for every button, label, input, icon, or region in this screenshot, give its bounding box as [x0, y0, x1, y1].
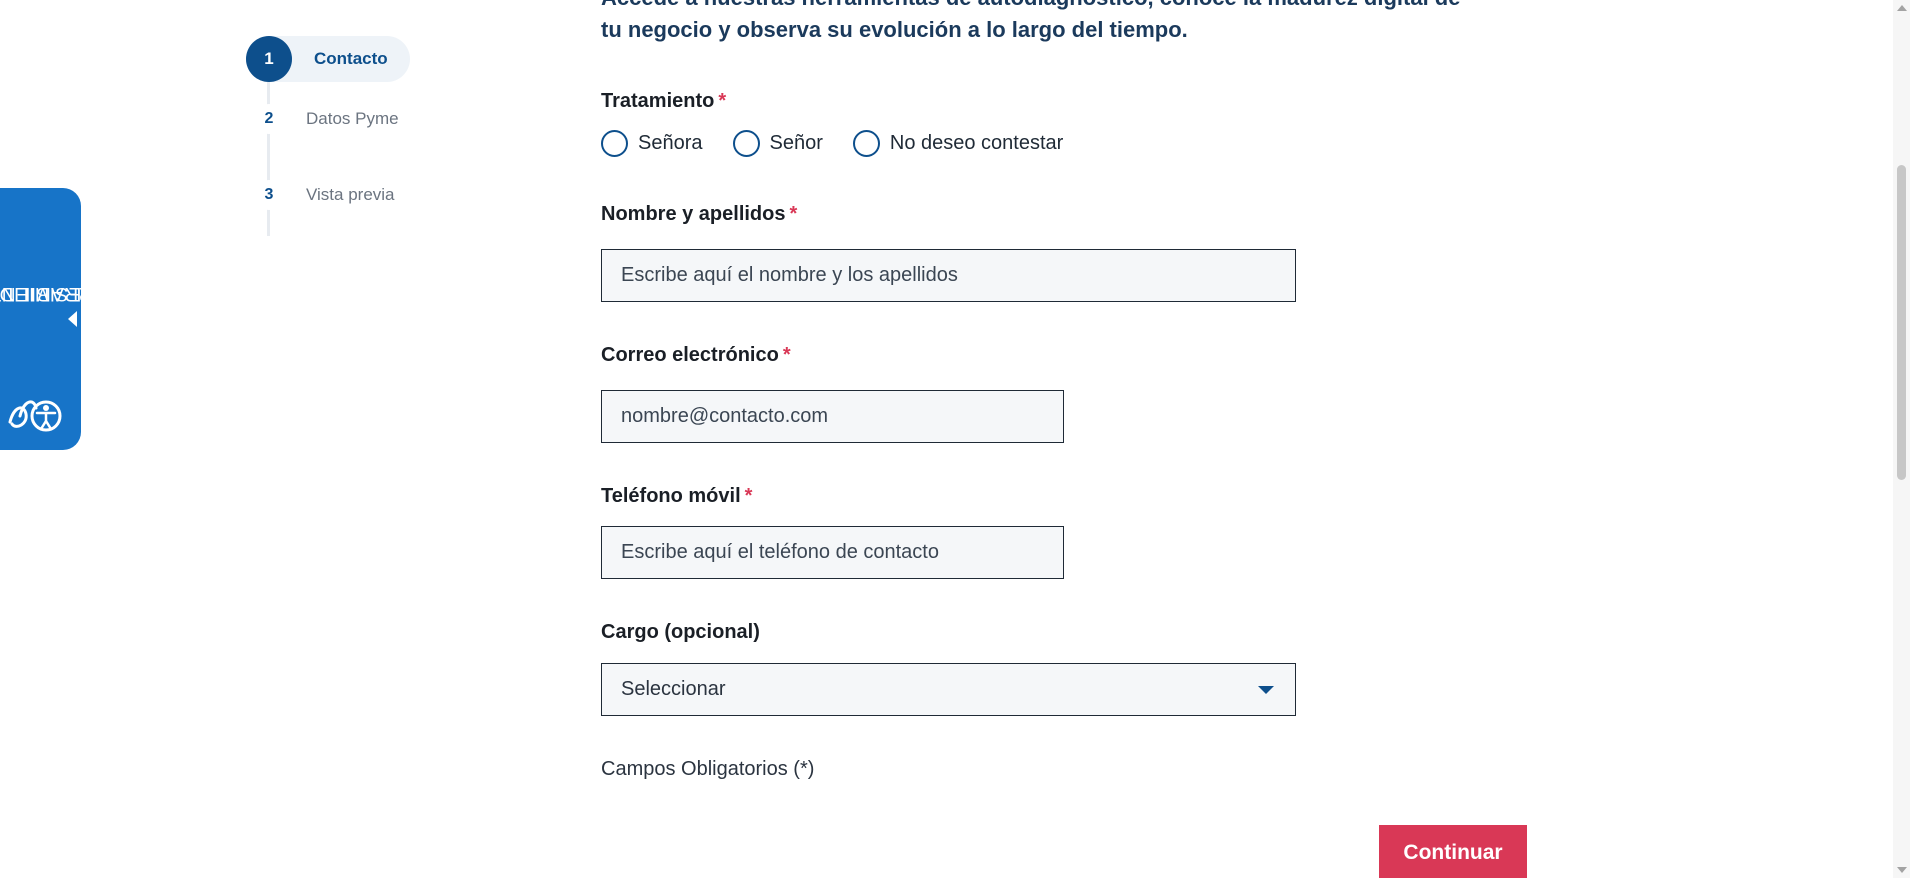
scroll-down-icon[interactable] — [1897, 867, 1907, 873]
cargo-label: Cargo (opcional) — [601, 621, 760, 644]
correo-label-text: Correo electrónico — [601, 344, 779, 366]
radio-circle-icon[interactable] — [732, 130, 760, 157]
scroll-thumb[interactable] — [1897, 165, 1906, 480]
required-marker: * — [789, 203, 798, 225]
radio-label-no-deseo-contestar: No deseo contestar — [889, 132, 1064, 154]
radio-no-deseo-contestar[interactable]: No deseo contestar — [852, 130, 1064, 157]
radio-circle-icon[interactable] — [852, 130, 880, 157]
intro-line-2: tu negocio y observa su evolución a lo l… — [601, 17, 1188, 42]
continue-button[interactable]: Continuar — [1379, 825, 1527, 878]
tratamiento-radio-group: Señora Señor No deseo contestar — [601, 130, 1093, 157]
accessibility-person-icon — [8, 400, 62, 432]
form-stepper: 1 Contacto 2 Datos Pyme 3 Vista previa — [246, 36, 446, 236]
required-marker: * — [744, 485, 753, 507]
phone-input[interactable] — [601, 526, 1064, 579]
step-datos-pyme[interactable]: 2 Datos Pyme — [246, 96, 399, 142]
step-label-datos-pyme: Datos Pyme — [306, 109, 399, 128]
step-vista-previa[interactable]: 3 Vista previa — [246, 172, 395, 218]
cargo-select-value: Seleccionar — [621, 678, 726, 700]
step-number-1: 1 — [246, 36, 292, 82]
nombre-label: Nombre y apellidos * — [601, 203, 797, 226]
nombre-input[interactable] — [601, 249, 1296, 302]
step-number-3: 3 — [254, 180, 284, 210]
cargo-select[interactable]: Seleccionar — [601, 663, 1296, 716]
step-number-2: 2 — [254, 104, 284, 134]
accessibility-label-line-2: ACCESIBILIDAD — [0, 283, 123, 304]
accessibility-tab-label: HERRAMIENTAS DE ACCESIBILIDAD — [0, 198, 123, 388]
required-fields-note: Campos Obligatorios (*) — [601, 758, 815, 780]
scroll-up-icon[interactable] — [1897, 5, 1907, 11]
radio-label-senor: Señor — [769, 132, 823, 154]
chevron-down-icon — [1258, 685, 1274, 694]
page-scrollbar[interactable] — [1893, 0, 1910, 878]
required-marker: * — [718, 90, 727, 112]
accessibility-tools-tab[interactable]: HERRAMIENTAS DE ACCESIBILIDAD — [0, 188, 123, 450]
tratamiento-label: Tratamiento * — [601, 90, 726, 113]
step-contacto[interactable]: 1 Contacto — [246, 36, 410, 82]
step-label-vista-previa: Vista previa — [306, 185, 395, 204]
page: Accede a nuestras herramientas de autodi… — [0, 0, 1910, 878]
nombre-label-text: Nombre y apellidos — [601, 203, 786, 225]
telefono-label-text: Teléfono móvil — [601, 485, 741, 507]
intro-text: Accede a nuestras herramientas de autodi… — [601, 0, 1541, 46]
tratamiento-label-text: Tratamiento — [601, 90, 715, 112]
correo-label: Correo electrónico * — [601, 344, 791, 367]
required-marker: * — [782, 344, 791, 366]
radio-circle-icon[interactable] — [601, 130, 628, 157]
email-input[interactable] — [601, 390, 1064, 443]
radio-senor[interactable]: Señor — [732, 130, 823, 157]
radio-senora[interactable]: Señora — [601, 130, 703, 157]
caret-left-icon — [68, 311, 77, 327]
telefono-label: Teléfono móvil * — [601, 485, 752, 508]
radio-label-senora: Señora — [638, 132, 703, 154]
step-label-contacto: Contacto — [314, 49, 388, 68]
intro-line-1: Accede a nuestras herramientas de autodi… — [601, 0, 1541, 14]
cargo-label-text: Cargo (opcional) — [601, 621, 760, 643]
